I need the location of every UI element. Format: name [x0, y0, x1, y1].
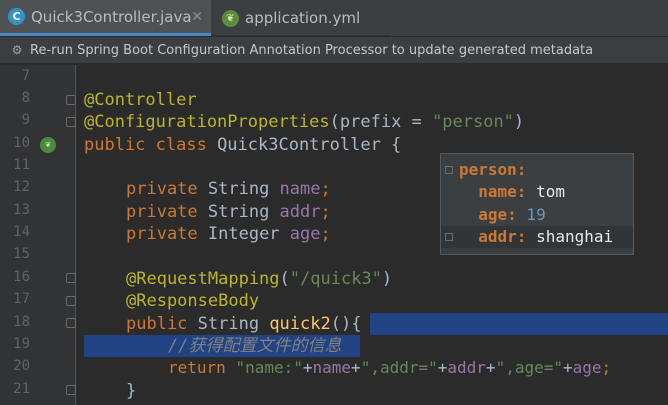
fold-marker-icon: [445, 233, 453, 241]
banner-text: Re-run Spring Boot Configuration Annotat…: [30, 42, 594, 58]
code-line-20[interactable]: return "name:"+name+",addr="+addr+",age=…: [168, 357, 611, 379]
spring-leaf-icon: ❦: [222, 9, 239, 27]
yaml-line: person:: [459, 160, 527, 179]
line-number: 17: [13, 291, 30, 307]
yaml-line: addr: shanghai: [441, 226, 633, 248]
line-number: 13: [13, 202, 30, 218]
code-line-18[interactable]: public String quick2(){: [126, 313, 361, 335]
tab-application-yml[interactable]: ❦ application.yml: [214, 0, 384, 36]
line-number: 14: [13, 224, 30, 240]
fold-marker-icon: [445, 166, 453, 174]
code-line-9[interactable]: @ConfigurationProperties(prefix = "perso…: [84, 111, 524, 133]
tab-label: Quick3Controller.java: [31, 7, 192, 26]
code-line-16[interactable]: @RequestMapping("/quick3"): [126, 268, 392, 290]
line-number: 12: [13, 179, 30, 195]
fold-marker-icon[interactable]: [66, 95, 76, 105]
yaml-config-popup: person: name: tom age: 19 addr: shanghai: [440, 153, 634, 255]
editor-tab-bar: C Quick3Controller.java ✕ ❦ application.…: [0, 0, 668, 36]
code-line-12[interactable]: private String name;: [126, 178, 331, 200]
yaml-line: age: 19: [478, 205, 546, 224]
yaml-line: name: tom: [478, 182, 565, 201]
line-gutter[interactable]: 7 8 9 10 11 12 13 14 15 16 17 18 19 20 2…: [0, 65, 76, 405]
line-number: 21: [13, 381, 30, 397]
line-number: 9: [21, 112, 30, 128]
text-selection: [370, 313, 668, 335]
line-number: 18: [13, 314, 30, 330]
tab-quick3controller[interactable]: C Quick3Controller.java ✕: [0, 0, 211, 36]
code-line-14[interactable]: private Integer age;: [126, 223, 331, 245]
line-number: 11: [13, 157, 30, 173]
code-line-10[interactable]: public class Quick3Controller {: [84, 134, 401, 156]
tab-bar-filler: [390, 0, 668, 36]
code-line-13[interactable]: private String addr;: [126, 201, 331, 223]
code-line-8[interactable]: @Controller: [84, 89, 197, 111]
line-number: 20: [13, 358, 30, 374]
line-number: 16: [13, 269, 30, 285]
fold-marker-icon[interactable]: [66, 117, 76, 127]
line-number: 8: [21, 90, 30, 106]
java-class-icon: C: [8, 8, 25, 25]
fold-marker-icon[interactable]: [66, 296, 76, 306]
fold-marker-icon[interactable]: [66, 385, 76, 395]
line-number: 19: [13, 336, 30, 352]
spring-bean-icon[interactable]: ❦: [40, 137, 56, 153]
gear-icon: ⚙: [11, 43, 23, 57]
line-number: 15: [13, 246, 30, 262]
notification-banner[interactable]: ⚙ Re-run Spring Boot Configuration Annot…: [0, 37, 668, 64]
close-icon[interactable]: ✕: [191, 9, 203, 25]
line-number: 7: [21, 68, 30, 84]
fold-marker-icon[interactable]: [66, 273, 76, 283]
fold-marker-icon[interactable]: [66, 318, 76, 328]
code-line-19[interactable]: //获得配置文件的信息: [168, 335, 341, 357]
tab-label: application.yml: [245, 9, 361, 27]
code-line-17[interactable]: @ResponseBody: [126, 290, 259, 312]
code-line-21[interactable]: }: [126, 380, 136, 402]
line-number: 10: [13, 135, 30, 151]
